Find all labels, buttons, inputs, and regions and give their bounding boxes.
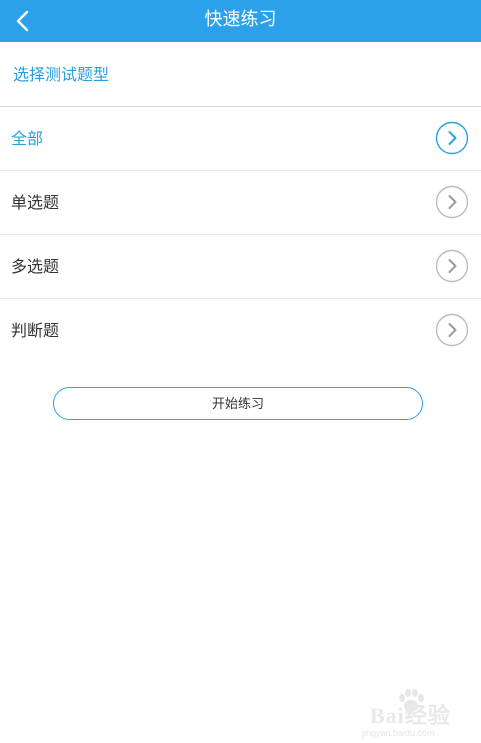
list-item-label: 判断题	[11, 321, 60, 340]
chevron-right-circle-icon	[435, 249, 469, 283]
list-item-label: 单选题	[11, 193, 60, 212]
start-practice-button[interactable]: 开始练习	[53, 387, 423, 420]
watermark-text: Bai经验	[370, 703, 451, 728]
top-bar: 快速练习	[0, 0, 481, 42]
list-item-single-choice[interactable]: 单选题	[0, 171, 481, 235]
list-item-label: 全部	[11, 129, 44, 148]
list-item-multiple-choice[interactable]: 多选题	[0, 235, 481, 299]
question-type-list: 全部 单选题 多选题 判断题	[0, 107, 481, 362]
list-item-all[interactable]: 全部	[0, 107, 481, 171]
list-item-true-false[interactable]: 判断题	[0, 299, 481, 362]
chevron-right-circle-icon	[435, 121, 469, 155]
chevron-right-circle-icon	[435, 185, 469, 219]
chevron-right-circle-icon	[435, 313, 469, 347]
list-item-label: 多选题	[11, 257, 60, 276]
watermark-url: jingyan.baidu.com	[362, 728, 435, 738]
page-title: 快速练习	[204, 9, 277, 30]
section-title: 选择测试题型	[13, 65, 110, 84]
watermark-logo: Bai经验 jingyan.baidu.com	[362, 688, 472, 738]
